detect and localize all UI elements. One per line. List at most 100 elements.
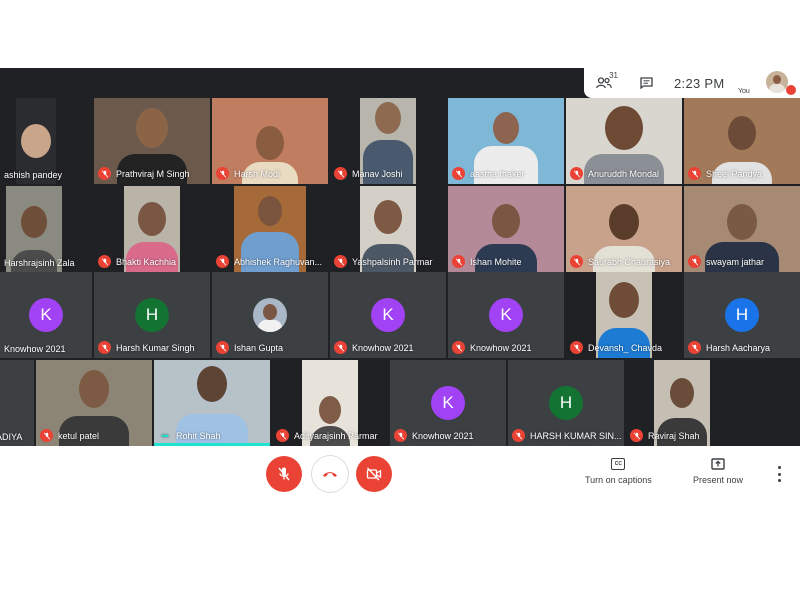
- more-options-icon[interactable]: [778, 466, 782, 482]
- participant-tile[interactable]: Raviraj Shah: [626, 360, 742, 446]
- participant-name: Knowhow 2021: [394, 429, 474, 442]
- participant-name: Knowhow 2021: [452, 341, 532, 354]
- mic-off-icon: [512, 429, 525, 442]
- participant-tile[interactable]: swayam jathar: [684, 186, 800, 272]
- participant-name: Harshrajsinh Zala: [4, 258, 75, 268]
- participant-tile[interactable]: ketul patel: [36, 360, 152, 446]
- mic-off-icon: [630, 429, 643, 442]
- clock: 2:23 PM: [674, 75, 725, 91]
- captions-button[interactable]: CC Turn on captions: [585, 458, 652, 485]
- participant-tile[interactable]: Bhakti Kachhia: [94, 186, 210, 272]
- mic-off-icon: [98, 167, 111, 180]
- participant-name: ashish pandey: [4, 170, 63, 180]
- mic-off-icon: [40, 429, 53, 442]
- participant-name: swayam jathar: [688, 255, 764, 268]
- captions-icon: CC: [611, 458, 626, 470]
- self-label: You: [738, 88, 750, 95]
- avatar: K: [431, 386, 465, 420]
- mic-off-icon: [452, 255, 465, 268]
- mic-toggle-button[interactable]: [266, 456, 302, 492]
- participant-tile[interactable]: Saurabh Chaurasiya: [566, 186, 682, 272]
- control-bar: CC Turn on captions Present now: [0, 446, 800, 502]
- avatar: K: [371, 298, 405, 332]
- participants-button[interactable]: 31: [590, 69, 618, 97]
- avatar: K: [29, 298, 63, 332]
- participant-tile[interactable]: Prathviraj M Singh: [94, 98, 210, 184]
- participant-tile[interactable]: H Harsh Aacharya: [684, 272, 800, 358]
- mic-off-icon: [688, 255, 701, 268]
- participant-tile[interactable]: ADIYA: [0, 360, 34, 446]
- participant-name: Harsh Modi: [216, 167, 280, 180]
- participant-tile[interactable]: Harshrajsinh Zala: [0, 186, 92, 272]
- mic-off-icon: [334, 255, 347, 268]
- participant-tile[interactable]: Adityarajsinh Parmar: [272, 360, 388, 446]
- mic-off-icon: [216, 255, 229, 268]
- participant-name: Ishan Mohite: [452, 255, 522, 268]
- mic-off-icon: [216, 341, 229, 354]
- participant-name: aastha thaker: [452, 167, 525, 180]
- participant-name: ketul patel: [40, 429, 99, 442]
- avatar: H: [135, 298, 169, 332]
- participant-tile[interactable]: H HARSH KUMAR SIN...: [508, 360, 624, 446]
- mic-off-icon: [570, 255, 583, 268]
- mic-off-icon: [452, 341, 465, 354]
- participant-tile[interactable]: Yashpalsinh Parmar: [330, 186, 446, 272]
- camera-toggle-button[interactable]: [356, 456, 392, 492]
- participant-tile[interactable]: H Harsh Kumar Singh: [94, 272, 210, 358]
- participant-tile[interactable]: Ishan Mohite: [448, 186, 564, 272]
- mic-off-icon: [334, 341, 347, 354]
- present-icon: [711, 458, 725, 470]
- present-label: Present now: [693, 475, 744, 485]
- participant-tile[interactable]: K Knowhow 2021: [390, 360, 506, 446]
- participant-tile[interactable]: K Knowhow 2021: [0, 272, 92, 358]
- participant-name: Harsh Kumar Singh: [98, 341, 195, 354]
- avatar: K: [489, 298, 523, 332]
- video-grid: ashish pandey Prathviraj M Singh Harsh M…: [0, 68, 800, 446]
- self-view[interactable]: You: [738, 71, 796, 95]
- participant-tile[interactable]: K Knowhow 2021: [448, 272, 564, 358]
- captions-label: Turn on captions: [585, 475, 652, 485]
- mic-off-icon: [216, 167, 229, 180]
- mic-off-icon: [98, 255, 111, 268]
- top-right-bar: 31 2:23 PM You: [584, 68, 800, 98]
- participant-name: Raviraj Shah: [630, 429, 700, 442]
- participant-count: 31: [609, 71, 618, 80]
- mic-off-icon: [688, 341, 701, 354]
- participant-name: Abhishek Raghuvan...: [216, 255, 322, 268]
- hang-up-icon: [323, 472, 337, 477]
- participant-tile[interactable]: Harsh Modi: [212, 98, 328, 184]
- participant-tile[interactable]: ••• Rohit Shah: [154, 360, 270, 446]
- chat-button[interactable]: [632, 69, 660, 97]
- participant-name: Devansh_ Chavda: [570, 341, 662, 354]
- mic-off-icon: [278, 467, 290, 481]
- participant-name: HARSH KUMAR SIN...: [512, 429, 622, 442]
- mic-off-icon: [570, 167, 583, 180]
- participant-tile[interactable]: Devansh_ Chavda: [566, 272, 682, 358]
- self-mic-off-icon: [786, 85, 796, 95]
- leave-call-button[interactable]: [312, 456, 348, 492]
- participant-tile[interactable]: Anuruddh Mondal: [566, 98, 682, 184]
- mic-off-icon: [570, 341, 583, 354]
- mic-off-icon: [452, 167, 465, 180]
- mic-off-icon: [98, 341, 111, 354]
- speaking-indicator-icon: •••: [161, 430, 168, 441]
- mic-off-icon: [394, 429, 407, 442]
- participant-tile[interactable]: Ishan Gupta: [212, 272, 328, 358]
- avatar: H: [725, 298, 759, 332]
- avatar: [253, 298, 287, 332]
- present-now-button[interactable]: Present now: [693, 458, 743, 485]
- avatar: H: [549, 386, 583, 420]
- participant-tile[interactable]: K Knowhow 2021: [330, 272, 446, 358]
- camera-off-icon: [366, 467, 382, 481]
- participant-tile[interactable]: Abhishek Raghuvan...: [212, 186, 328, 272]
- screen: ashish pandey Prathviraj M Singh Harsh M…: [0, 0, 800, 600]
- participant-tile[interactable]: Sheel Pandya: [684, 98, 800, 184]
- participant-tile[interactable]: ashish pandey: [0, 98, 92, 184]
- participant-tile[interactable]: aastha thaker: [448, 98, 564, 184]
- participant-name: ADIYA: [0, 432, 23, 442]
- participant-name: Prathviraj M Singh: [98, 167, 190, 180]
- participant-name: Ishan Gupta: [216, 341, 283, 354]
- participant-name: Knowhow 2021: [334, 341, 414, 354]
- participant-tile[interactable]: Manav Joshi: [330, 98, 446, 184]
- participant-name: ••• Rohit Shah: [158, 429, 220, 442]
